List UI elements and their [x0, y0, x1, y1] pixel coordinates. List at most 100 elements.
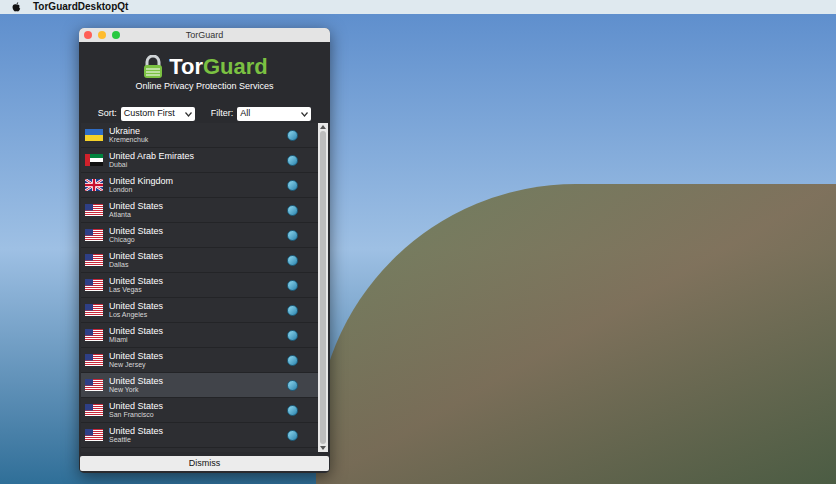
- server-label: United StatesSeattle: [109, 426, 287, 444]
- globe-icon[interactable]: [287, 430, 298, 441]
- server-label: United StatesMiami: [109, 326, 287, 344]
- server-label: United StatesChicago: [109, 226, 287, 244]
- scroll-down-icon[interactable]: [320, 446, 326, 451]
- server-row[interactable]: United StatesSeattle: [81, 423, 318, 448]
- country-name: United States: [109, 351, 287, 361]
- zoom-button[interactable]: [112, 31, 120, 39]
- city-name: Dallas: [109, 261, 287, 269]
- country-name: United States: [109, 276, 287, 286]
- city-name: London: [109, 186, 287, 194]
- globe-icon[interactable]: [287, 280, 298, 291]
- server-row[interactable]: United StatesMiami: [81, 323, 318, 348]
- globe-icon[interactable]: [287, 330, 298, 341]
- ukraine-flag-icon: [85, 129, 103, 141]
- us-flag-icon: [85, 279, 103, 291]
- country-name: United States: [109, 201, 287, 211]
- server-label: United StatesDallas: [109, 251, 287, 269]
- country-name: United States: [109, 376, 287, 386]
- chevron-down-icon: [301, 112, 308, 117]
- tagline: Online Privacy Protection Services: [135, 81, 273, 92]
- globe-icon[interactable]: [287, 405, 298, 416]
- city-name: Atlanta: [109, 211, 287, 219]
- minimize-button[interactable]: [98, 31, 106, 39]
- server-list: UkraineKremenchuk United Arab EmiratesDub…: [81, 123, 318, 452]
- city-name: New Jersey: [109, 361, 287, 369]
- apple-icon[interactable]: [12, 2, 21, 12]
- globe-icon[interactable]: [287, 355, 298, 366]
- city-name: Los Angeles: [109, 311, 287, 319]
- globe-icon[interactable]: [287, 255, 298, 266]
- us-flag-icon: [85, 304, 103, 316]
- city-name: San Francisco: [109, 411, 287, 419]
- globe-icon[interactable]: [287, 230, 298, 241]
- scroll-thumb[interactable]: [320, 131, 326, 444]
- window-title: TorGuard: [186, 31, 224, 40]
- globe-icon[interactable]: [287, 205, 298, 216]
- uk-flag-icon: [85, 179, 103, 191]
- server-row[interactable]: United StatesNew Jersey: [81, 348, 318, 373]
- filter-label: Filter:: [211, 107, 234, 121]
- footer: Dismiss: [79, 452, 330, 473]
- country-name: United States: [109, 251, 287, 261]
- country-name: Ukraine: [109, 126, 287, 136]
- server-row[interactable]: United StatesSan Francisco: [81, 398, 318, 423]
- dismiss-button[interactable]: Dismiss: [80, 456, 329, 471]
- uae-flag-icon: [85, 154, 103, 166]
- server-row[interactable]: United Arab EmiratesDubai: [81, 148, 318, 173]
- us-flag-icon: [85, 204, 103, 216]
- globe-icon[interactable]: [287, 380, 298, 391]
- server-row[interactable]: UkraineKremenchuk: [81, 123, 318, 148]
- server-label: United StatesAtlanta: [109, 201, 287, 219]
- filter-select[interactable]: All: [237, 107, 311, 121]
- us-flag-icon: [85, 379, 103, 391]
- torguard-window: TorGuard TorGuard Online Privacy Protectio…: [79, 28, 330, 473]
- server-label: United StatesNew York: [109, 376, 287, 394]
- sort-select[interactable]: Custom First: [121, 107, 195, 121]
- server-row[interactable]: United StatesAtlanta: [81, 198, 318, 223]
- us-flag-icon: [85, 404, 103, 416]
- server-label: United Arab EmiratesDubai: [109, 151, 287, 169]
- city-name: Kremenchuk: [109, 136, 287, 144]
- server-row[interactable]: United StatesChicago: [81, 223, 318, 248]
- city-name: Chicago: [109, 236, 287, 244]
- server-row[interactable]: United KingdomLondon: [81, 173, 318, 198]
- country-name: United States: [109, 401, 287, 411]
- city-name: New York: [109, 386, 287, 394]
- country-name: United States: [109, 226, 287, 236]
- server-row[interactable]: United StatesNew York: [81, 373, 318, 398]
- country-name: United Arab Emirates: [109, 151, 287, 161]
- sort-label: Sort:: [98, 107, 117, 121]
- server-row[interactable]: United StatesLas Vegas: [81, 273, 318, 298]
- wallpaper-cliffs: [316, 184, 836, 484]
- city-name: Las Vegas: [109, 286, 287, 294]
- server-label: United StatesLas Vegas: [109, 276, 287, 294]
- title-bar: TorGuard: [79, 28, 330, 42]
- brand-name: TorGuard: [169, 56, 268, 78]
- server-row[interactable]: United StatesLos Angeles: [81, 298, 318, 323]
- wallpaper: TorGuard TorGuard Online Privacy Protectio…: [0, 14, 836, 484]
- globe-icon[interactable]: [287, 305, 298, 316]
- country-name: United Kingdom: [109, 176, 287, 186]
- us-flag-icon: [85, 354, 103, 366]
- server-label: United StatesNew Jersey: [109, 351, 287, 369]
- city-name: Seattle: [109, 436, 287, 444]
- lock-shield-icon: [141, 55, 165, 79]
- scroll-up-icon[interactable]: [320, 124, 326, 129]
- logo: TorGuard Online Privacy Protection Servic…: [79, 42, 330, 105]
- server-label: United StatesSan Francisco: [109, 401, 287, 419]
- scrollbar[interactable]: [318, 123, 328, 452]
- server-list-panel: UkraineKremenchuk United Arab EmiratesDub…: [81, 123, 328, 452]
- globe-icon[interactable]: [287, 180, 298, 191]
- desktop: TorGuardDesktopQt TorGuard TorGuard Online …: [0, 0, 836, 484]
- server-label: United StatesLos Angeles: [109, 301, 287, 319]
- globe-icon[interactable]: [287, 130, 298, 141]
- close-button[interactable]: [84, 31, 92, 39]
- us-flag-icon: [85, 329, 103, 341]
- country-name: United States: [109, 326, 287, 336]
- globe-icon[interactable]: [287, 155, 298, 166]
- menu-bar: TorGuardDesktopQt: [0, 0, 836, 14]
- app-name[interactable]: TorGuardDesktopQt: [33, 2, 128, 12]
- chevron-down-icon: [185, 112, 192, 117]
- server-row[interactable]: United StatesDallas: [81, 248, 318, 273]
- country-name: United States: [109, 301, 287, 311]
